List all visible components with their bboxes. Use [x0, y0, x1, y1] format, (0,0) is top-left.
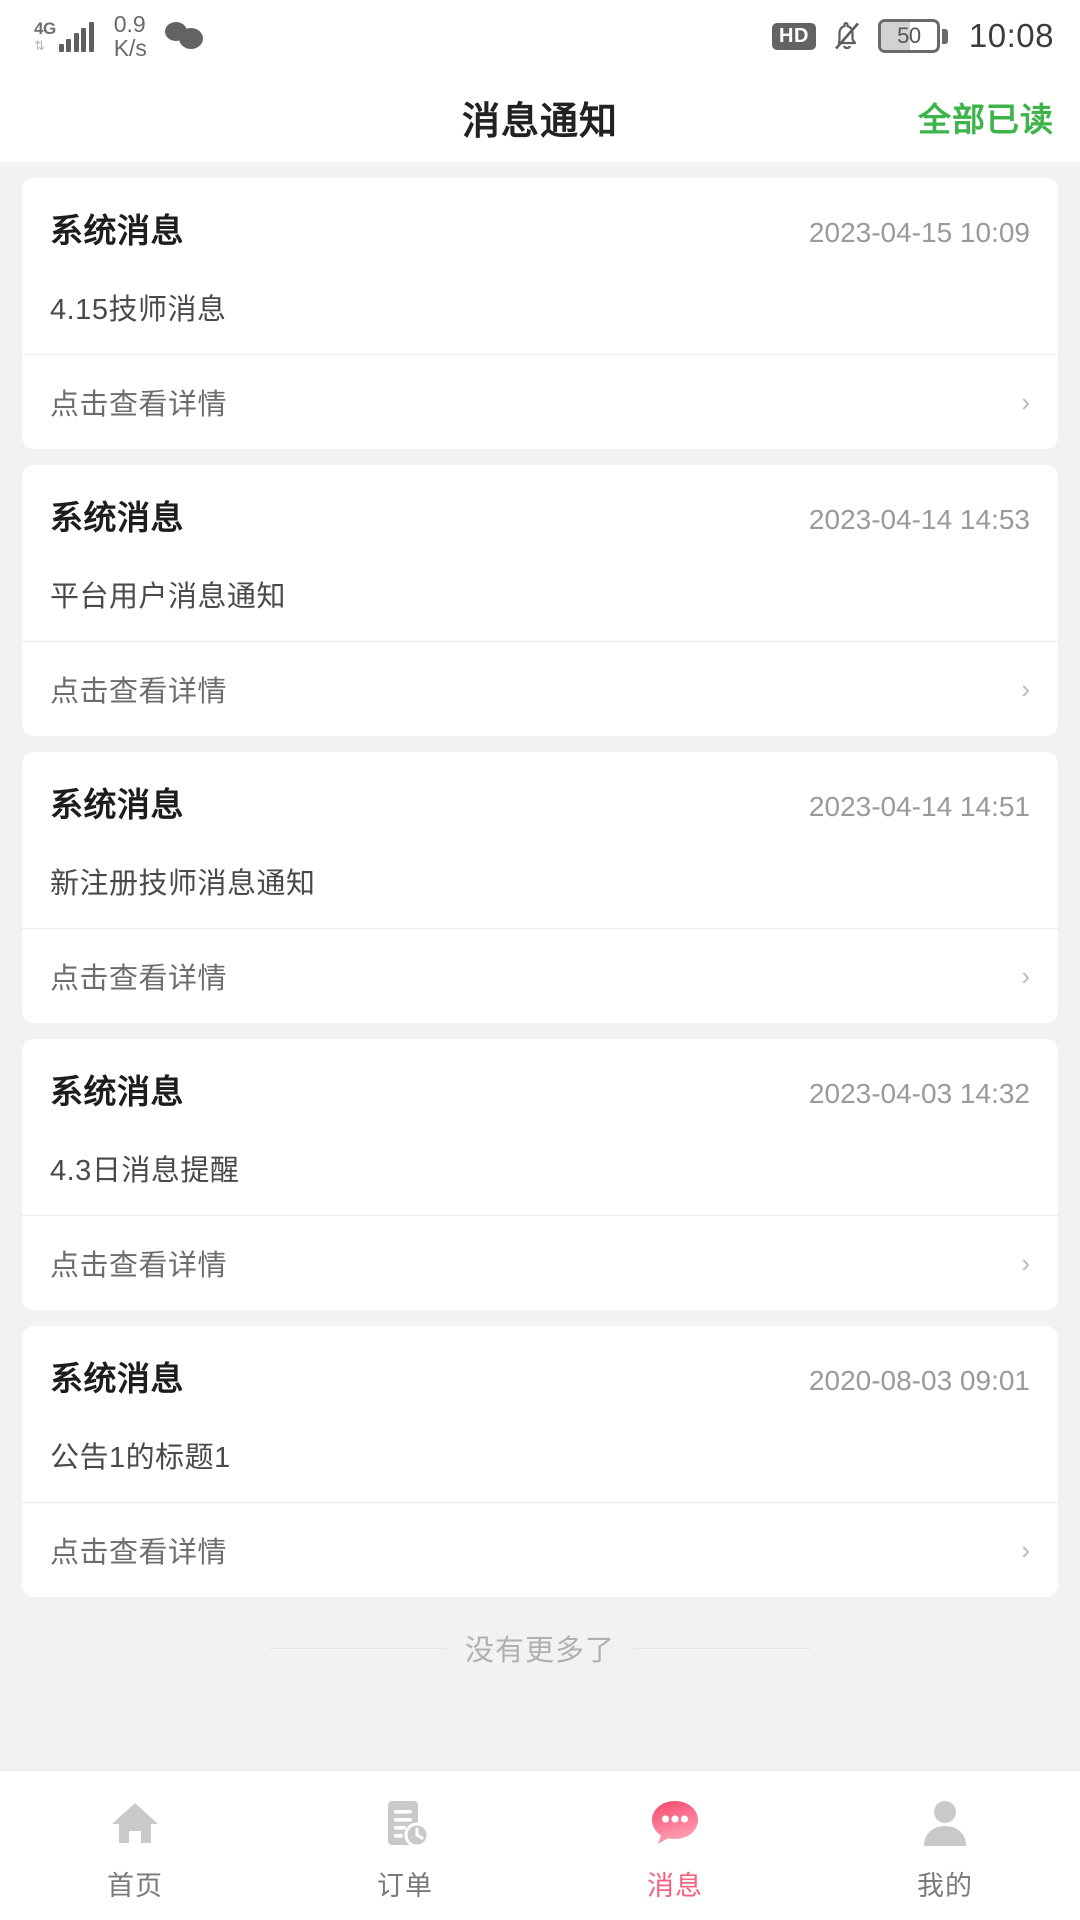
tab-home-label: 首页	[107, 1871, 163, 1901]
order-document-clock-icon	[376, 1794, 434, 1852]
message-list[interactable]: 系统消息 2023-04-15 10:09 4.15技师消息 点击查看详情 › 系统消息 2…	[0, 162, 1080, 1770]
message-card-top: 系统消息 2023-04-03 14:32 4.3日消息提醒	[22, 1039, 1058, 1215]
bell-muted-icon	[831, 19, 863, 53]
message-card-header: 系统消息 2023-04-03 14:32	[50, 1065, 1030, 1113]
message-card-header: 系统消息 2023-04-15 10:09	[50, 204, 1030, 252]
mark-all-read-button[interactable]: 全部已读	[918, 93, 1054, 141]
network-speed: 0.9 K/s	[114, 12, 147, 60]
signal-indicator: 4G ⇅	[34, 20, 94, 52]
tab-orders[interactable]: 订单	[270, 1771, 540, 1920]
message-timestamp: 2023-04-14 14:53	[808, 504, 1030, 535]
message-card-top: 系统消息 2023-04-14 14:53 平台用户消息通知	[22, 465, 1058, 641]
data-transfer-icon: ⇅	[34, 38, 45, 53]
message-title: 系统消息	[50, 786, 184, 823]
status-bar-right: HD 50 10:08	[772, 17, 1054, 55]
network-type-label: 4G	[34, 19, 56, 38]
message-card[interactable]: 系统消息 2023-04-14 14:51 新注册技师消息通知 点击查看详情 ›	[22, 752, 1058, 1023]
message-timestamp: 2020-08-03 09:01	[808, 1365, 1030, 1396]
view-detail-row[interactable]: 点击查看详情 ›	[22, 355, 1058, 449]
message-card-header: 系统消息 2020-08-03 09:01	[50, 1352, 1030, 1400]
message-body: 平台用户消息通知	[50, 581, 287, 613]
message-card[interactable]: 系统消息 2020-08-03 09:01 公告1的标题1 点击查看详情 ›	[22, 1326, 1058, 1597]
network-type-block: 4G ⇅	[34, 20, 56, 52]
status-bar-left: 4G ⇅ 0.9 K/s	[34, 12, 205, 60]
list-end-label: 没有更多了	[465, 1635, 616, 1667]
network-speed-value: 0.9	[113, 10, 146, 37]
hd-badge-icon: HD	[772, 22, 816, 50]
chevron-right-icon: ›	[1021, 1248, 1030, 1278]
message-bubble-icon	[646, 1794, 704, 1852]
network-speed-unit: K/s	[113, 35, 147, 61]
view-detail-label: 点击查看详情	[50, 1250, 228, 1282]
message-body: 公告1的标题1	[50, 1442, 231, 1474]
view-detail-row[interactable]: 点击查看详情 ›	[22, 929, 1058, 1023]
view-detail-label: 点击查看详情	[50, 389, 228, 421]
bottom-tab-bar: 首页 订单 消息 我的	[0, 1770, 1080, 1920]
view-detail-row[interactable]: 点击查看详情 ›	[22, 1216, 1058, 1310]
message-card-header: 系统消息 2023-04-14 14:53	[50, 491, 1030, 539]
view-detail-label: 点击查看详情	[50, 1537, 228, 1569]
view-detail-row[interactable]: 点击查看详情 ›	[22, 1503, 1058, 1597]
view-detail-label: 点击查看详情	[50, 676, 228, 708]
home-icon	[106, 1794, 164, 1852]
message-card[interactable]: 系统消息 2023-04-14 14:53 平台用户消息通知 点击查看详情 ›	[22, 465, 1058, 736]
message-card-top: 系统消息 2023-04-15 10:09 4.15技师消息	[22, 178, 1058, 354]
view-detail-row[interactable]: 点击查看详情 ›	[22, 642, 1058, 736]
message-body: 4.3日消息提醒	[50, 1155, 240, 1187]
message-body: 4.15技师消息	[50, 294, 227, 326]
tab-profile[interactable]: 我的	[810, 1771, 1080, 1920]
status-bar: 4G ⇅ 0.9 K/s HD 50 10:08	[0, 0, 1080, 72]
battery-level-label: 50	[897, 23, 921, 48]
message-card-header: 系统消息 2023-04-14 14:51	[50, 778, 1030, 826]
message-card-top: 系统消息 2020-08-03 09:01 公告1的标题1	[22, 1326, 1058, 1502]
chevron-right-icon: ›	[1021, 1535, 1030, 1565]
page-title: 消息通知	[461, 100, 618, 143]
battery-icon: 50	[877, 19, 948, 53]
message-timestamp: 2023-04-15 10:09	[808, 217, 1030, 248]
tab-orders-label: 订单	[377, 1871, 433, 1901]
view-detail-label: 点击查看详情	[50, 963, 228, 995]
chevron-right-icon: ›	[1021, 961, 1030, 991]
tab-profile-label: 我的	[917, 1871, 973, 1901]
status-bar-clock: 10:08	[968, 17, 1054, 54]
page-header: 消息通知 全部已读	[0, 72, 1080, 162]
app-screen: 4G ⇅ 0.9 K/s HD 50 10:08 消息通知 全部已读 系统消息 …	[0, 0, 1080, 1920]
profile-person-icon	[916, 1794, 974, 1852]
tab-home[interactable]: 首页	[0, 1771, 270, 1920]
chevron-right-icon: ›	[1021, 387, 1030, 417]
list-end-line-right	[633, 1647, 811, 1649]
message-card[interactable]: 系统消息 2023-04-03 14:32 4.3日消息提醒 点击查看详情 ›	[22, 1039, 1058, 1310]
signal-bars-icon	[58, 22, 94, 52]
message-timestamp: 2023-04-03 14:32	[808, 1078, 1030, 1109]
wechat-icon	[164, 22, 205, 50]
list-end-indicator: 没有更多了	[0, 1627, 1080, 1669]
list-end-line-left	[270, 1647, 447, 1649]
message-card-top: 系统消息 2023-04-14 14:51 新注册技师消息通知	[22, 752, 1058, 928]
message-title: 系统消息	[50, 212, 184, 249]
tab-messages-label: 消息	[647, 1871, 703, 1901]
message-body: 新注册技师消息通知	[50, 868, 316, 900]
message-card[interactable]: 系统消息 2023-04-15 10:09 4.15技师消息 点击查看详情 ›	[22, 178, 1058, 449]
chevron-right-icon: ›	[1021, 674, 1030, 704]
tab-messages[interactable]: 消息	[540, 1771, 810, 1920]
message-title: 系统消息	[50, 499, 184, 536]
message-title: 系统消息	[50, 1073, 184, 1110]
message-title: 系统消息	[50, 1360, 184, 1397]
message-timestamp: 2023-04-14 14:51	[808, 791, 1030, 822]
